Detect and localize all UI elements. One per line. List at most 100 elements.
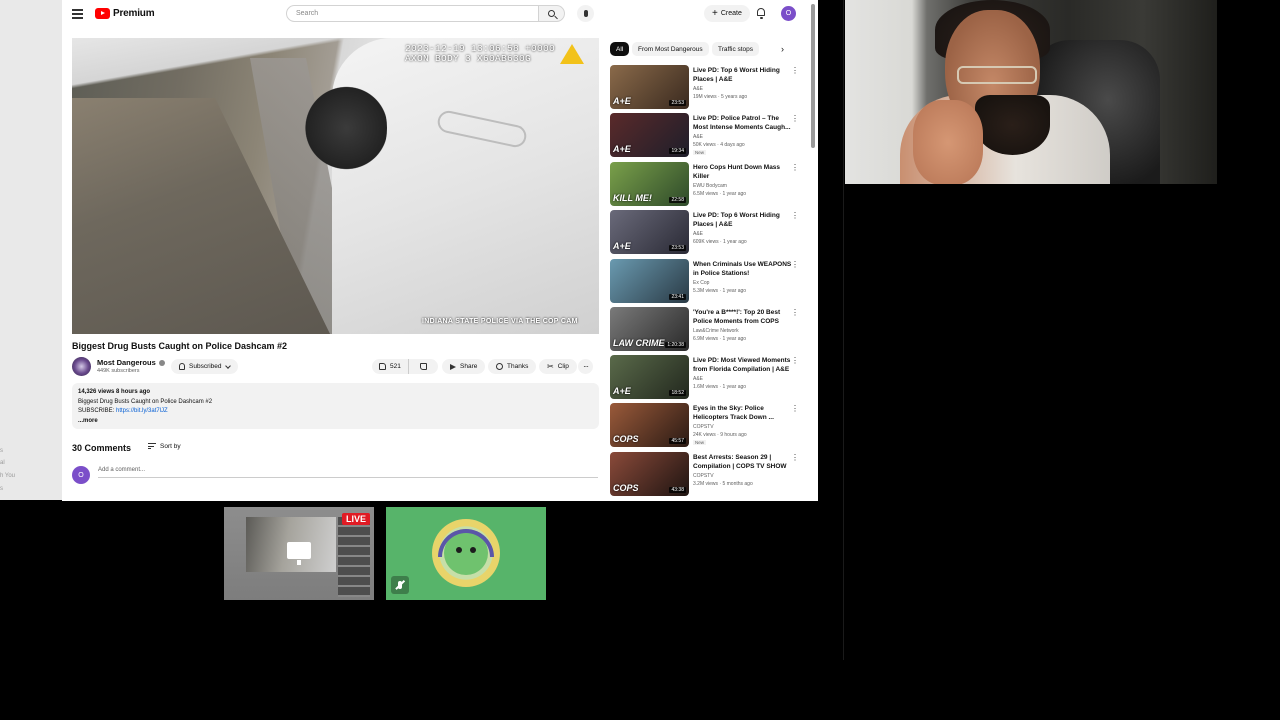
video-thumbnail[interactable]: A+E 23:53	[610, 210, 689, 254]
account-avatar[interactable]: O	[781, 6, 796, 21]
more-actions-icon[interactable]: ···	[578, 359, 593, 374]
thumbnail-text: KILL ME!	[613, 193, 652, 203]
video-thumbnail[interactable]: LAW CRIME 1:20:38	[610, 307, 689, 351]
background-app-strip: s al h You s	[0, 0, 62, 500]
video-player[interactable]: 2023-12-19 13:06:58 +0000 AXON BODY 3 X6…	[72, 38, 599, 334]
dislike-button[interactable]	[413, 359, 434, 374]
scrollbar[interactable]	[811, 4, 815, 148]
menu-icon[interactable]	[72, 9, 83, 19]
video-thumbnail[interactable]: COPS 43:38	[610, 452, 689, 496]
participant-tile[interactable]	[386, 507, 546, 600]
subscribe-prefix: SUBSCRIBE:	[78, 408, 117, 414]
recommended-video[interactable]: COPS 45:57 Eyes in the Sky: Police Helicop…	[610, 403, 808, 449]
search-input[interactable]: Search	[286, 5, 539, 22]
verified-icon	[158, 360, 165, 367]
subscribed-button[interactable]: Subscribed	[171, 359, 238, 374]
like-dislike-group: 521	[372, 359, 438, 374]
chip-traffic-stops[interactable]: Traffic stops	[712, 42, 760, 56]
streamer-glasses	[957, 66, 1037, 84]
screen-share-icon	[287, 542, 311, 565]
share-button[interactable]: Share	[442, 359, 486, 374]
more-vert-icon[interactable]: ⋮	[791, 454, 799, 462]
channel-name: A&E	[693, 86, 704, 92]
search-icon	[548, 10, 555, 17]
recommended-video[interactable]: A+E 19:34 Live PD: Police Patrol – The Mos…	[610, 113, 808, 159]
recommended-video[interactable]: KILL ME! 22:58 Hero Cops Hunt Down Mass Ki…	[610, 162, 808, 208]
notifications-bell-icon[interactable]	[756, 7, 766, 19]
youtube-topbar: Premium Search + Create O	[62, 0, 818, 28]
video-title: Live PD: Top 6 Worst Hiding Places | A&E	[693, 67, 780, 83]
create-label: Create	[720, 10, 742, 17]
more-vert-icon[interactable]: ⋮	[791, 212, 799, 220]
youtube-logo[interactable]: Premium	[95, 8, 155, 19]
subscribed-label: Subscribed	[189, 363, 222, 370]
more-vert-icon[interactable]: ⋮	[791, 261, 799, 269]
more-vert-icon[interactable]: ⋮	[791, 115, 799, 123]
video-duration: 43:38	[669, 487, 686, 493]
video-duration: 23:41	[669, 294, 686, 300]
sort-label: Sort by	[160, 443, 181, 451]
sort-by-button[interactable]: Sort by	[148, 443, 181, 451]
like-count: 521	[390, 363, 401, 370]
subscribe-link[interactable]: https://bit.ly/3at7lJZ	[116, 408, 168, 414]
more-vert-icon[interactable]: ⋮	[791, 164, 799, 172]
voice-search-button[interactable]	[577, 5, 594, 22]
video-title: Live PD: Police Patrol – The Most Intens…	[693, 115, 791, 131]
more-vert-icon[interactable]: ⋮	[791, 67, 799, 75]
video-duration: 1:20:38	[665, 342, 686, 348]
search-button[interactable]	[539, 5, 565, 22]
more-vert-icon[interactable]: ⋮	[791, 357, 799, 365]
recommended-video[interactable]: A+E 18:52 Live PD: Most Viewed Moments fro…	[610, 355, 808, 401]
thumbnail-text: A+E	[613, 144, 631, 154]
more-vert-icon[interactable]: ⋮	[791, 405, 799, 413]
like-button[interactable]: 521	[372, 359, 409, 374]
thumbs-down-icon	[419, 363, 427, 370]
share-label: Share	[460, 363, 478, 370]
video-duration: 19:34	[669, 148, 686, 154]
recommended-video[interactable]: COPS 43:38 Best Arrests: Season 29 | Compi…	[610, 452, 808, 498]
video-thumbnail[interactable]: A+E 18:52	[610, 355, 689, 399]
channel-avatar[interactable]	[72, 357, 91, 376]
video-thumbnail[interactable]: 23:41	[610, 259, 689, 303]
chip-all[interactable]: All	[610, 42, 630, 56]
video-duration: 18:52	[669, 390, 686, 396]
video-thumbnail[interactable]: A+E 23:53	[610, 65, 689, 109]
show-more-link[interactable]: ...more	[78, 417, 593, 427]
recommended-video[interactable]: 23:41 When Criminals Use WEAPONS in Polic…	[610, 259, 808, 305]
channel-name: Law&Crime Network	[693, 328, 739, 334]
recommended-video[interactable]: A+E 23:53 Live PD: Top 6 Worst Hiding Plac…	[610, 210, 808, 256]
video-duration: 45:57	[669, 438, 686, 444]
clip-label: Clip	[557, 363, 569, 370]
thumbnail-text: A+E	[613, 386, 631, 396]
chevron-right-icon[interactable]: ›	[781, 44, 791, 54]
thanks-icon	[496, 363, 503, 370]
recommended-video[interactable]: A+E 23:53 Live PD: Top 6 Worst Hiding Plac…	[610, 65, 808, 111]
chip-from-channel[interactable]: From Most Dangerous	[632, 42, 709, 56]
muted-mic-icon[interactable]	[391, 576, 409, 594]
video-title: Live PD: Top 6 Worst Hiding Places | A&E	[693, 212, 780, 228]
thumbnail-text: COPS	[613, 434, 639, 444]
more-vert-icon[interactable]: ⋮	[791, 309, 799, 317]
video-thumbnail[interactable]: COPS 45:57	[610, 403, 689, 447]
channel-name: A&E	[693, 376, 704, 382]
video-stats: 19M views · 5 years ago	[693, 94, 748, 100]
thanks-button[interactable]: Thanks	[488, 359, 537, 374]
youtube-window: Premium Search + Create O 2023-12-19 13:0…	[62, 0, 818, 501]
video-title: Live PD: Most Viewed Moments from Florid…	[693, 357, 791, 373]
video-thumbnail[interactable]: KILL ME! 22:58	[610, 162, 689, 206]
video-title: 'You're a B****!': Top 20 Best Police Mo…	[693, 309, 781, 325]
video-thumbnail[interactable]: A+E 19:34	[610, 113, 689, 157]
clip-button[interactable]: ✂ Clip	[539, 359, 577, 374]
video-title: Eyes in the Sky: Police Helicopters Trac…	[693, 405, 774, 421]
video-description[interactable]: 14,326 views 8 hours ago Biggest Drug Bu…	[72, 383, 599, 429]
desktop: s al h You s Premium Search + Create O 2…	[0, 0, 1280, 720]
chevron-down-icon	[224, 362, 231, 369]
channel-name[interactable]: Most Dangerous	[97, 358, 165, 367]
video-stats: 3.2M views · 5 months ago	[693, 481, 753, 487]
logo-text: Premium	[113, 8, 155, 19]
create-button[interactable]: + Create	[704, 5, 750, 22]
recommended-video[interactable]: LAW CRIME 1:20:38 'You're a B****!': Top 2…	[610, 307, 808, 353]
ghost-text: al	[0, 460, 5, 466]
add-comment-input[interactable]: Add a comment...	[98, 467, 598, 478]
ghost-text: h You	[0, 473, 16, 479]
